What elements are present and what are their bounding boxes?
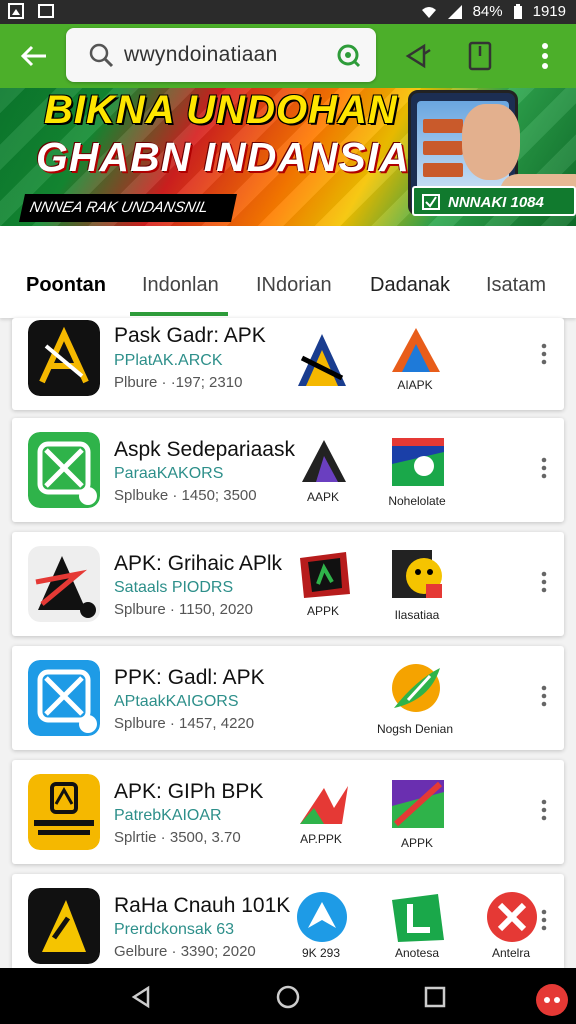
search-bar[interactable]: wwyndoinatiaan — [66, 28, 376, 82]
mini-label: Antelra — [491, 946, 531, 960]
logo-a-icon — [298, 334, 346, 386]
more-vert-icon[interactable] — [530, 36, 560, 76]
gallery-icon — [38, 4, 54, 18]
app-title: Aspk Sedepariaask — [114, 438, 295, 461]
person-illustration — [462, 104, 520, 180]
clock: 1919 — [532, 3, 566, 20]
app-title: APK: GIPh BPK — [114, 780, 264, 803]
more-vert-icon[interactable] — [538, 570, 550, 594]
app-bar: wwyndoinatiaan — [0, 24, 576, 88]
promo-banner[interactable]: BIKNA UNDOHAN GHABN INDANSIAI NNNEA RAK … — [0, 88, 576, 226]
more-vert-icon[interactable] — [538, 908, 550, 932]
logo-emoji-icon — [392, 550, 442, 598]
app-subtitle: ParaaKAKORS — [114, 465, 224, 482]
wifi-icon — [421, 6, 436, 18]
app-icon — [28, 320, 100, 396]
logo-n-icon — [300, 552, 350, 598]
bookmark-icon[interactable] — [460, 36, 500, 76]
logo-diagonal-icon — [392, 780, 444, 828]
mini-label: AP.PPK — [300, 832, 342, 846]
app-card[interactable]: RaHa Cnauh 101K Prerdckonsak 63 Gelbure … — [12, 874, 564, 968]
tab-3[interactable]: Dadanak — [370, 274, 450, 297]
share-icon[interactable] — [398, 36, 438, 76]
banner-tagline: NNNEA RAK UNDANSNIL — [19, 194, 237, 222]
tab-4[interactable]: Isatam — [486, 274, 546, 297]
mini-label: Nohelolate — [388, 494, 446, 508]
status-bar: 84% 1919 — [0, 0, 576, 24]
app-subtitle: Prerdckonsak 63 — [114, 921, 235, 938]
active-tab-indicator — [130, 312, 228, 316]
system-nav-bar — [0, 968, 576, 1024]
status-extra: 84% — [472, 3, 503, 20]
app-icon — [28, 888, 100, 964]
battery-icon — [513, 3, 522, 19]
logo-close-icon — [487, 892, 537, 942]
app-title: APK: Grihaic APlk — [114, 552, 283, 575]
mini-label: Anotesa — [394, 946, 440, 960]
app-subtitle: APtaakKAIGORS — [114, 693, 239, 710]
banner-headline-2: GHABN INDANSIAI — [36, 134, 423, 180]
app-meta: Splbuke · 1450; 3500 — [114, 487, 257, 504]
mini-label: AIAPK — [397, 378, 433, 392]
signal-icon — [447, 4, 462, 19]
banner-badge: NNNAKI 1084 — [412, 186, 576, 216]
mini-label: 9K 293 — [301, 946, 341, 960]
app-card[interactable]: PPK: Gadl: APK APtaakKAIGORS Splbure · 1… — [12, 646, 564, 750]
app-subtitle: PatrebKAIOAR — [114, 807, 222, 824]
tab-2[interactable]: INdorian — [256, 274, 332, 297]
nav-back-icon[interactable] — [128, 984, 154, 1010]
logo-square-icon — [392, 438, 444, 486]
app-title: RaHa Cnauh 101K — [114, 894, 291, 917]
app-icon — [28, 660, 100, 736]
mini-label: APPK — [400, 836, 433, 850]
more-vert-icon[interactable] — [538, 342, 550, 366]
app-card[interactable]: APK: GIPh BPK PatrebKAIOAR Splrtie · 350… — [12, 760, 564, 864]
more-vert-icon[interactable] — [538, 456, 550, 480]
tab-0[interactable]: Poontan — [26, 274, 106, 297]
app-title: Pask Gadr: APK — [114, 324, 266, 347]
logo-flag-icon — [300, 786, 348, 824]
app-card[interactable]: Pask Gadr: APK PPlatAK.ARCK Plbure · ·19… — [12, 318, 564, 410]
app-meta: Plbure · ·197; 2310 — [114, 374, 243, 391]
app-meta: Splbure · 1150, 2020 — [114, 601, 253, 618]
app-icon — [28, 774, 100, 850]
app-meta: Splbure · 1457, 4220 — [114, 715, 255, 732]
category-tabs: Poontan Indonlan INdorian Dadanak Isatam — [0, 226, 576, 318]
app-title: PPK: Gadl: APK — [114, 666, 265, 689]
nav-home-icon[interactable] — [275, 984, 301, 1010]
search-input[interactable]: wwyndoinatiaan — [124, 43, 278, 67]
app-subtitle: PPlatAK.ARCK — [114, 352, 223, 369]
nav-recents-icon[interactable] — [422, 984, 448, 1010]
app-meta: Gelbure · 3390; 2020 — [114, 943, 256, 960]
app-meta: Splrtie · 3500, 3.70 — [114, 829, 241, 846]
notification-icon — [8, 3, 24, 19]
more-vert-icon[interactable] — [538, 684, 550, 708]
logo-triangle-icon — [392, 328, 440, 372]
check-box-icon — [422, 194, 440, 210]
logo-leaf-icon — [392, 664, 440, 712]
app-icon — [28, 432, 100, 508]
mic-icon[interactable] — [334, 41, 362, 69]
app-icon — [28, 546, 100, 622]
mini-label: APPK — [306, 604, 339, 618]
app-subtitle: Sataals PIODRS — [114, 579, 234, 596]
mini-label: Ilasatiaa — [394, 608, 440, 622]
app-card[interactable]: Aspk Sedepariaask ParaaKAKORS Splbuke · … — [12, 418, 564, 522]
logo-k-icon — [302, 440, 346, 482]
more-vert-icon[interactable] — [538, 798, 550, 822]
app-card[interactable]: APK: Grihaic APlk Sataals PIODRS Splbure… — [12, 532, 564, 636]
logo-l-icon — [392, 894, 444, 942]
mini-label: Nogsh Denian — [376, 722, 454, 736]
screen-recorder-button[interactable] — [536, 984, 568, 1016]
tab-1[interactable]: Indonlan — [142, 274, 219, 297]
logo-arrow-icon — [297, 892, 347, 942]
search-icon — [89, 43, 114, 68]
back-arrow-icon[interactable] — [16, 40, 52, 72]
record-dots-icon — [544, 997, 560, 1003]
banner-headline-1: BIKNA UNDOHAN — [44, 88, 398, 132]
mini-label: AAPK — [306, 490, 339, 504]
